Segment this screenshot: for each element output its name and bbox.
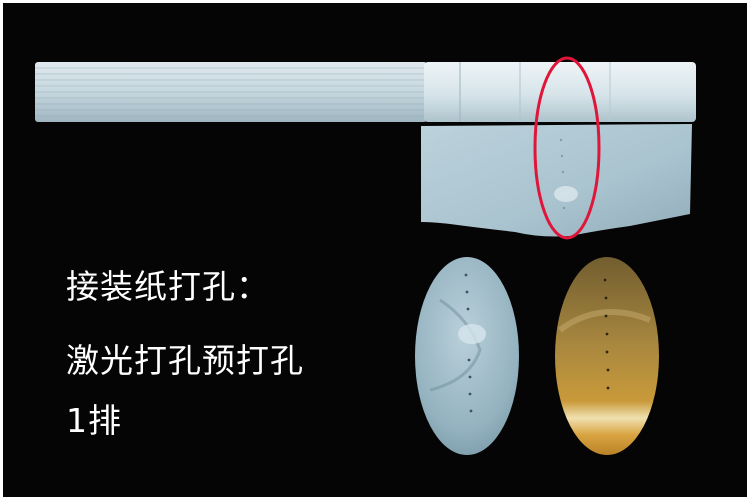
tipping-paper-wrap [424, 62, 696, 122]
tipping-paper-sheet [421, 124, 692, 237]
caption-rows: 1排 [66, 401, 122, 440]
caption-method: 激光打孔预打孔 [66, 341, 304, 380]
filter-rod [35, 62, 427, 122]
caption-title: 接装纸打孔： [66, 267, 270, 306]
photo-scene: 接装纸打孔： 激光打孔预打孔 1排 [0, 0, 750, 500]
